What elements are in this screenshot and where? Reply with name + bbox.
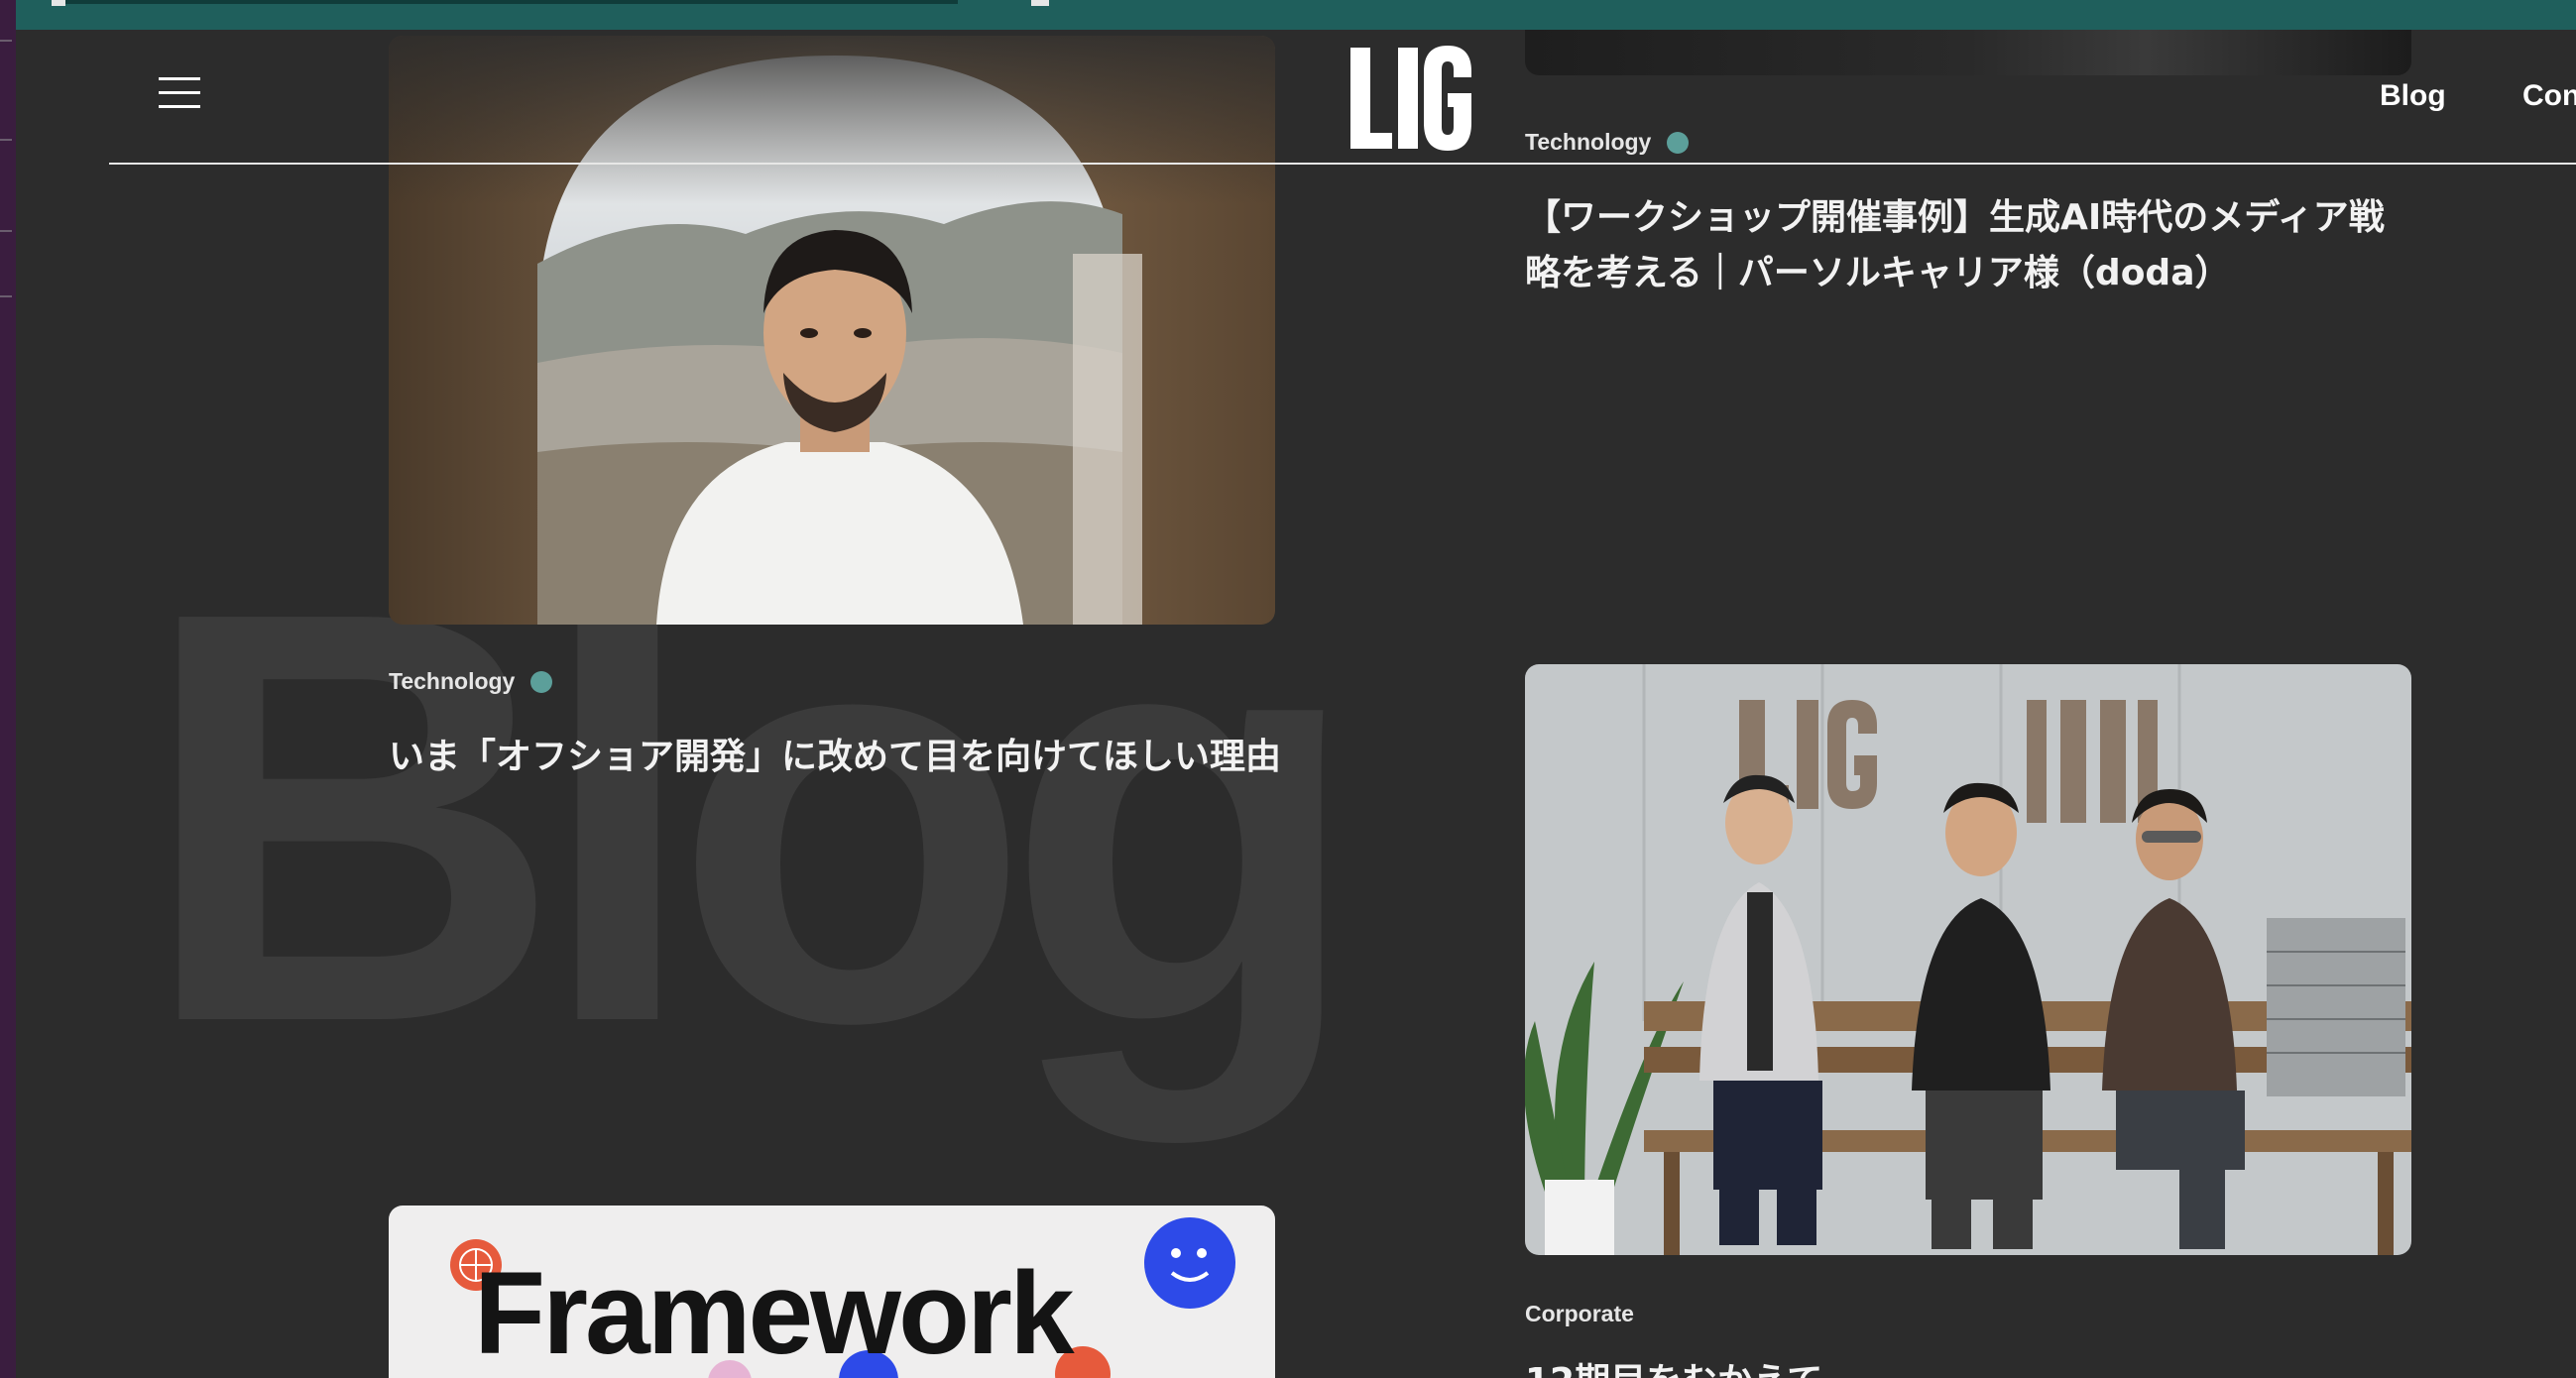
hamburger-menu-icon[interactable] [157,73,202,113]
category-label: Technology [389,668,516,694]
lig-logo-mark [1350,46,1471,151]
article-category[interactable]: Technology [1525,129,1690,156]
nav-truncated-link[interactable]: Con [2522,79,2576,113]
article-thumbnail-corporate[interactable] [1525,664,2411,1255]
header-divider [109,163,2576,165]
article-thumbnail-framework[interactable]: Framework [389,1206,1275,1378]
framework-image-text: Framework [474,1248,1075,1378]
category-dot-icon [530,670,553,693]
tab-strip-mark [1031,0,1049,6]
article-title[interactable]: いま「オフショア開発」に改めて目を向けてほしい理由 [389,730,1281,785]
os-side-strip [0,0,16,1378]
category-label: Corporate [1525,1301,1634,1326]
tab-strip-mark [52,0,65,6]
os-strip-divider [0,230,12,232]
page: Blog Blog Con Technology 【ワークショップ開催事例】生成… [16,30,2576,1378]
category-dot-icon [1667,131,1690,154]
article-thumbnail-offshore[interactable] [389,36,1275,625]
article-category[interactable]: Technology [389,668,553,695]
tab-strip-shade [65,0,958,4]
os-strip-divider [0,295,12,297]
category-label: Technology [1525,129,1652,155]
browser-top-strip [16,0,2576,30]
article-title[interactable]: 12期目をむかえて [1525,1354,2398,1378]
article-thumbnail-workshop[interactable] [1525,30,2411,75]
article-category[interactable]: Corporate [1525,1301,1634,1327]
group-photo [1525,664,2411,1255]
lig-logo[interactable] [1345,42,1475,155]
nav-blog-link[interactable]: Blog [2380,79,2446,113]
portrait-photo [389,36,1275,625]
os-strip-divider [0,139,12,141]
article-title[interactable]: 【ワークショップ開催事例】生成AI時代のメディア戦略を考える｜パーソルキャリア様… [1525,190,2398,301]
os-strip-divider [0,40,12,42]
